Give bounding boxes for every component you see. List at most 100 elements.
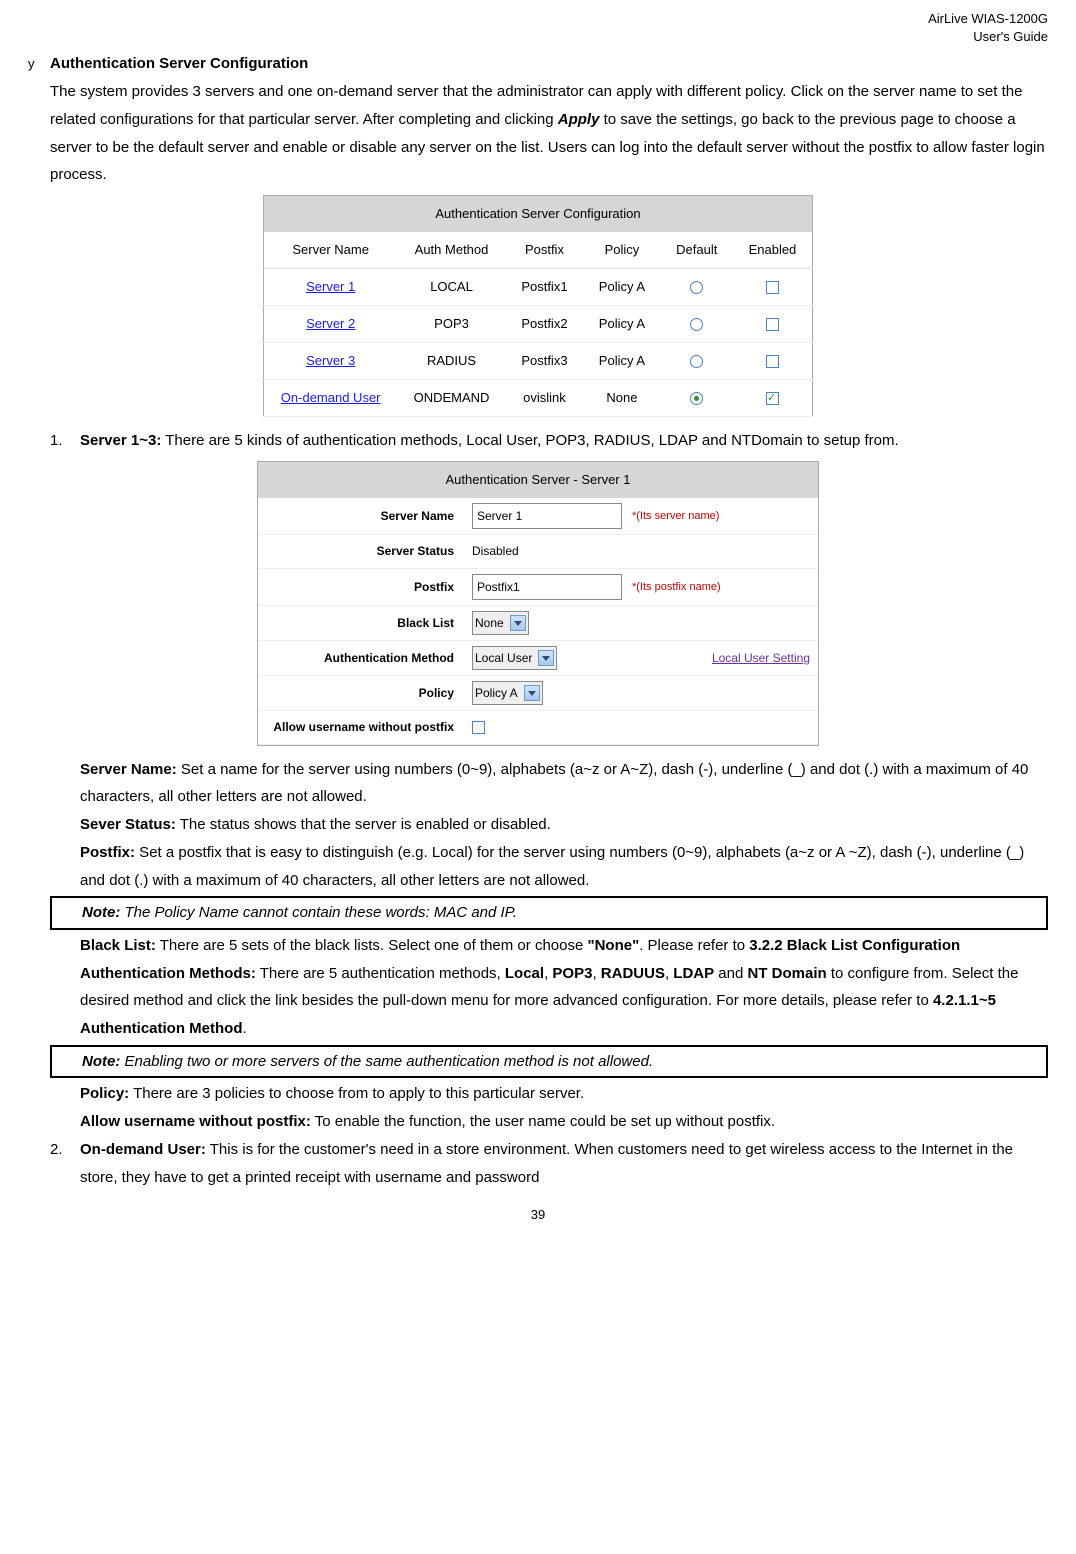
blacklist-def: Black List: There are 5 sets of the blac… — [80, 932, 1048, 960]
enabled-checkbox[interactable] — [766, 392, 779, 405]
local-user-setting-link[interactable]: Local User Setting — [712, 647, 810, 669]
ol-number: 1. — [50, 427, 80, 455]
policy-def-lead: Policy: — [80, 1085, 129, 1102]
am-c2: , — [592, 965, 600, 982]
server-status-label: Server Status — [258, 535, 464, 567]
default-radio[interactable] — [690, 281, 703, 294]
note1-text: The Policy Name cannot contain these wor… — [120, 904, 517, 921]
cell-method: ONDEMAND — [397, 380, 505, 417]
default-radio[interactable] — [690, 318, 703, 331]
blacklist-value: None — [475, 612, 504, 634]
col-auth-method: Auth Method — [397, 232, 505, 269]
col-default: Default — [661, 232, 733, 269]
table-row: Server 1 LOCAL Postfix1 Policy A — [264, 269, 813, 306]
note1-lead: Note: — [82, 904, 120, 921]
default-radio[interactable] — [690, 392, 703, 405]
am-period: . — [242, 1020, 246, 1037]
server-name-input[interactable]: Server 1 — [472, 503, 622, 529]
policy-def-text: There are 3 policies to choose from to a… — [129, 1085, 584, 1102]
authmethod-select[interactable]: Local User — [472, 646, 557, 670]
ondemand-lead: On-demand User: — [80, 1141, 206, 1158]
postfix-input[interactable]: Postfix1 — [472, 574, 622, 600]
cell-postfix: Postfix1 — [506, 269, 583, 306]
ol-number: 2. — [50, 1136, 80, 1164]
server-link[interactable]: Server 1 — [306, 279, 355, 294]
server-link[interactable]: Server 3 — [306, 353, 355, 368]
doc-header-line1: AirLive WIAS-1200G — [28, 10, 1048, 28]
server-name-label: Server Name — [258, 500, 464, 532]
cell-postfix: Postfix2 — [506, 306, 583, 343]
cell-postfix: Postfix3 — [506, 343, 583, 380]
allow-without-postfix-checkbox[interactable] — [472, 721, 485, 734]
am-ldap: LDAP — [673, 965, 714, 982]
enabled-checkbox[interactable] — [766, 355, 779, 368]
form-title: Authentication Server - Server 1 — [258, 462, 818, 498]
server-link[interactable]: On-demand User — [281, 390, 381, 405]
auth-server-table: Authentication Server Configuration Serv… — [263, 195, 813, 417]
bullet-symbol: y — [28, 52, 50, 76]
bl-seg1: There are 5 sets of the black lists. Sel… — [156, 937, 588, 954]
am-nt: NT Domain — [748, 965, 827, 982]
policy-select[interactable]: Policy A — [472, 681, 543, 705]
col-enabled: Enabled — [733, 232, 813, 269]
policy-value: Policy A — [475, 682, 518, 704]
cell-policy: Policy A — [583, 343, 660, 380]
server-1-3-lead: Server 1~3: — [80, 432, 161, 449]
am-lead: Authentication Methods: — [80, 965, 256, 982]
chevron-down-icon — [538, 650, 554, 666]
doc-header-line2: User's Guide — [28, 28, 1048, 46]
section-bullet: y Authentication Server Configuration — [28, 50, 1048, 78]
note-box-2: Note: Enabling two or more servers of th… — [50, 1045, 1048, 1079]
blacklist-select[interactable]: None — [472, 611, 529, 635]
bl-none: "None" — [587, 937, 639, 954]
allow-def-text: To enable the function, the user name co… — [311, 1113, 775, 1130]
ol-item-1: 1. Server 1~3: There are 5 kinds of auth… — [50, 427, 1048, 455]
allow-def-lead: Allow username without postfix: — [80, 1113, 311, 1130]
authmethods-def: Authentication Methods: There are 5 auth… — [80, 960, 1048, 1043]
server-status-value: Disabled — [472, 540, 519, 562]
am-local: Local — [505, 965, 544, 982]
cell-method: LOCAL — [397, 269, 505, 306]
enabled-checkbox[interactable] — [766, 281, 779, 294]
table-header-row: Server Name Auth Method Postfix Policy D… — [264, 232, 813, 269]
am-raduus: RADUUS — [601, 965, 665, 982]
enabled-checkbox[interactable] — [766, 318, 779, 331]
auth-table-title: Authentication Server Configuration — [264, 196, 813, 233]
ondemand-text: This is for the customer's need in a sto… — [80, 1141, 1013, 1186]
table-row: Server 3 RADIUS Postfix3 Policy A — [264, 343, 813, 380]
postfix-def-text: Set a postfix that is easy to distinguis… — [80, 844, 1024, 889]
doc-header: AirLive WIAS-1200G User's Guide — [28, 10, 1048, 46]
server-1-3-text: There are 5 kinds of authentication meth… — [161, 432, 898, 449]
server-name-def-lead: Server Name: — [80, 761, 177, 778]
cell-policy: None — [583, 380, 660, 417]
bl-lead: Black List: — [80, 937, 156, 954]
sever-status-def-text: The status shows that the server is enab… — [176, 816, 551, 833]
note2-text: Enabling two or more servers of the same… — [120, 1053, 653, 1070]
am-and: and — [714, 965, 747, 982]
am-pop3: POP3 — [552, 965, 592, 982]
server-link[interactable]: Server 2 — [306, 316, 355, 331]
auth-server-form: Authentication Server - Server 1 Server … — [257, 461, 819, 745]
server-name-def-text: Set a name for the server using numbers … — [80, 761, 1028, 806]
allow-def: Allow username without postfix: To enabl… — [80, 1108, 1048, 1136]
bl-seg2: . Please refer to — [639, 937, 749, 954]
default-radio[interactable] — [690, 355, 703, 368]
server-name-hint: *(Its server name) — [632, 506, 719, 526]
policy-def: Policy: There are 3 policies to choose f… — [80, 1080, 1048, 1108]
allow-without-postfix-label: Allow username without postfix — [258, 711, 464, 743]
table-row: On-demand User ONDEMAND ovislink None — [264, 380, 813, 417]
bl-ref: 3.2.2 Black List Configuration — [749, 937, 960, 954]
policy-label: Policy — [258, 677, 464, 709]
blacklist-label: Black List — [258, 607, 464, 639]
cell-policy: Policy A — [583, 269, 660, 306]
chevron-down-icon — [524, 685, 540, 701]
intro-apply: Apply — [558, 111, 600, 128]
cell-method: POP3 — [397, 306, 505, 343]
ol-item-2: 2. On-demand User: This is for the custo… — [50, 1136, 1048, 1192]
col-postfix: Postfix — [506, 232, 583, 269]
postfix-def-lead: Postfix: — [80, 844, 135, 861]
authmethod-label: Authentication Method — [258, 642, 464, 674]
page-number: 39 — [28, 1203, 1048, 1227]
cell-method: RADIUS — [397, 343, 505, 380]
am-seg1: There are 5 authentication methods, — [256, 965, 505, 982]
